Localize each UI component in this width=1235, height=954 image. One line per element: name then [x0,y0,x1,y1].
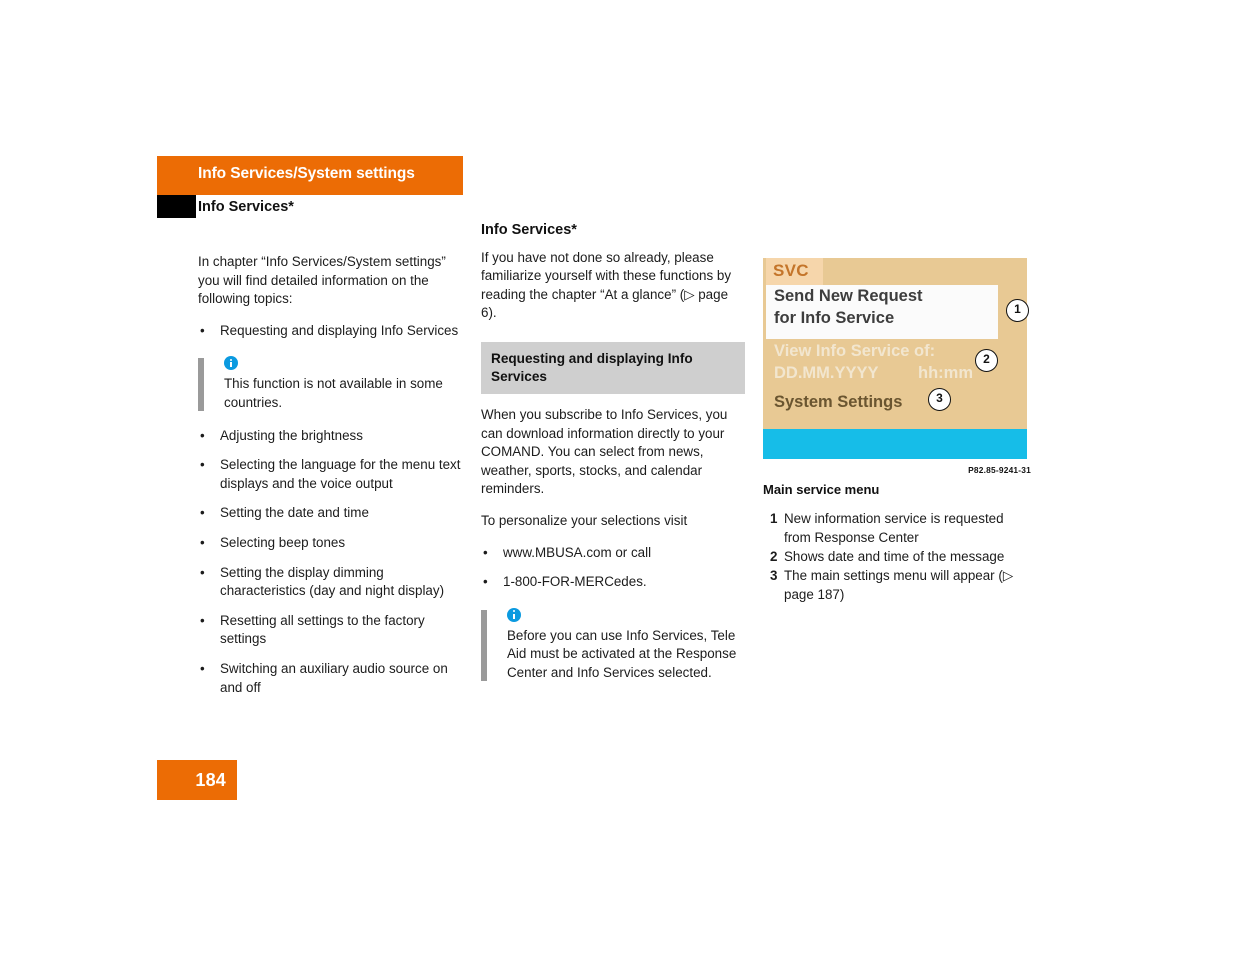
callout-marker-1: 1 [1006,299,1029,322]
bullet-dot-icon: • [200,612,205,628]
info-icon [507,607,521,622]
bullet-dot-icon: • [200,322,205,338]
list-item: • Setting the date and time [198,504,466,523]
info-note-box-left: This function is not available in some c… [198,356,466,412]
list-item: • Resetting all settings to the factory … [198,612,466,649]
list-item-label: Adjusting the brightness [220,427,363,443]
middle-intro-paragraph: If you have not done so already, please … [481,249,732,321]
legend-number: 3 [770,567,778,583]
note-accent-bar [481,609,487,681]
bullet-dot-icon: • [200,534,205,550]
list-item-label: 1-800-FOR-MERCedes. [503,574,647,590]
list-item-label: Requesting and displaying Info Services [220,322,459,338]
left-bullet-list-secondary: • Adjusting the brightness • Selecting t… [198,427,466,698]
menu-item-send-new-request-line1: Send New Request [774,287,923,305]
menu-item-view-info-service: View Info Service of: [774,342,936,360]
bullet-dot-icon: • [200,505,205,521]
menu-item-date-placeholder: DD.MM.YYYY [774,364,879,382]
figure-caption-title: Main service menu [763,482,880,497]
document-page: Info Services/System settings Info Servi… [0,0,1235,954]
comand-screen-illustration: SVC Send New Request for Info Service Vi… [763,258,1029,459]
callout-marker-2: 2 [975,349,998,372]
info-note-text: Before you can use Info Services, Tele A… [507,627,737,680]
list-item: 1 New information service is requested f… [763,510,1031,548]
list-item-label: Setting the display dimming characterist… [220,564,445,599]
legend-number: 2 [770,548,778,564]
list-item-label: Switching an auxiliary audio source on a… [220,660,448,695]
svc-label: SVC [773,261,809,280]
list-item: • Requesting and displaying Info Service… [198,322,466,341]
middle-bullet-list: • www.MBUSA.com or call • 1-800-FOR-MERC… [481,544,747,592]
list-item-label: Resetting all settings to the factory se… [220,612,425,647]
figure-reference-id: P82.85-9241-31 [968,465,1031,475]
subsection-heading-box: Requesting and displaying Info Services [481,341,745,394]
list-item-label: Setting the date and time [220,505,369,521]
list-item: 3 The main settings menu will appear (▷ … [763,567,1031,605]
chapter-title: Info Services/System settings [198,165,415,182]
middle-body-paragraph-2: To personalize your selections visit [481,512,688,528]
menu-item-time-placeholder: hh:mm [918,364,973,382]
bullet-dot-icon: • [200,564,205,580]
menu-item-system-settings: System Settings [774,393,903,411]
menu-item-send-new-request-line2: for Info Service [774,309,895,327]
left-intro-paragraph: In chapter “Info Services/System setting… [198,254,446,307]
list-item-label: Selecting the language for the menu text… [220,457,461,491]
info-note-text: This function is not available in some c… [224,376,443,410]
list-item: • Selecting the language for the menu te… [198,456,466,493]
header-black-marker [157,195,196,218]
callout-marker-3: 3 [928,388,951,411]
screen-bottom-band [763,429,1027,459]
list-item: • Switching an auxiliary audio source on… [198,660,466,697]
list-item: 2 Shows date and time of the message [763,548,1031,567]
list-item: • www.MBUSA.com or call [481,544,747,563]
chapter-header-bar: Info Services/System settings [157,156,463,195]
info-note-box-middle: Before you can use Info Services, Tele A… [481,607,747,683]
list-item: • Setting the display dimming characteri… [198,564,466,601]
list-item: • 1-800-FOR-MERCedes. [481,573,747,592]
info-icon [224,356,238,371]
list-item-label: Selecting beep tones [220,534,346,550]
legend-text: New information service is requested fro… [784,511,1004,545]
left-column: In chapter “Info Services/System setting… [198,253,466,697]
legend-text: Shows date and time of the message [784,548,1005,564]
legend-text: The main settings menu will appear (▷ pa… [784,567,1014,602]
list-item: • Selecting beep tones [198,534,466,553]
legend-number: 1 [770,511,778,526]
list-item: • Adjusting the brightness [198,427,466,446]
page-number-box: 184 [157,760,237,800]
page-number: 184 [195,770,226,790]
left-bullet-list-primary: • Requesting and displaying Info Service… [198,322,466,341]
bullet-dot-icon: • [200,660,205,676]
bullet-dot-icon: • [200,457,205,473]
note-accent-bar [198,358,204,411]
middle-column: Info Services* If you have not done so a… [481,221,747,697]
page-section-title: Info Services* [198,199,294,215]
right-column: SVC Send New Request for Info Service Vi… [763,258,1031,602]
middle-section-title: Info Services* [481,222,577,238]
figure-legend-list: 1 New information service is requested f… [763,510,1031,605]
list-item-label: www.MBUSA.com or call [503,544,652,560]
bullet-dot-icon: • [483,574,488,590]
bullet-dot-icon: • [483,544,488,560]
bullet-dot-icon: • [200,427,205,443]
middle-body-paragraph-1: When you subscribe to Info Services, you… [481,406,728,497]
